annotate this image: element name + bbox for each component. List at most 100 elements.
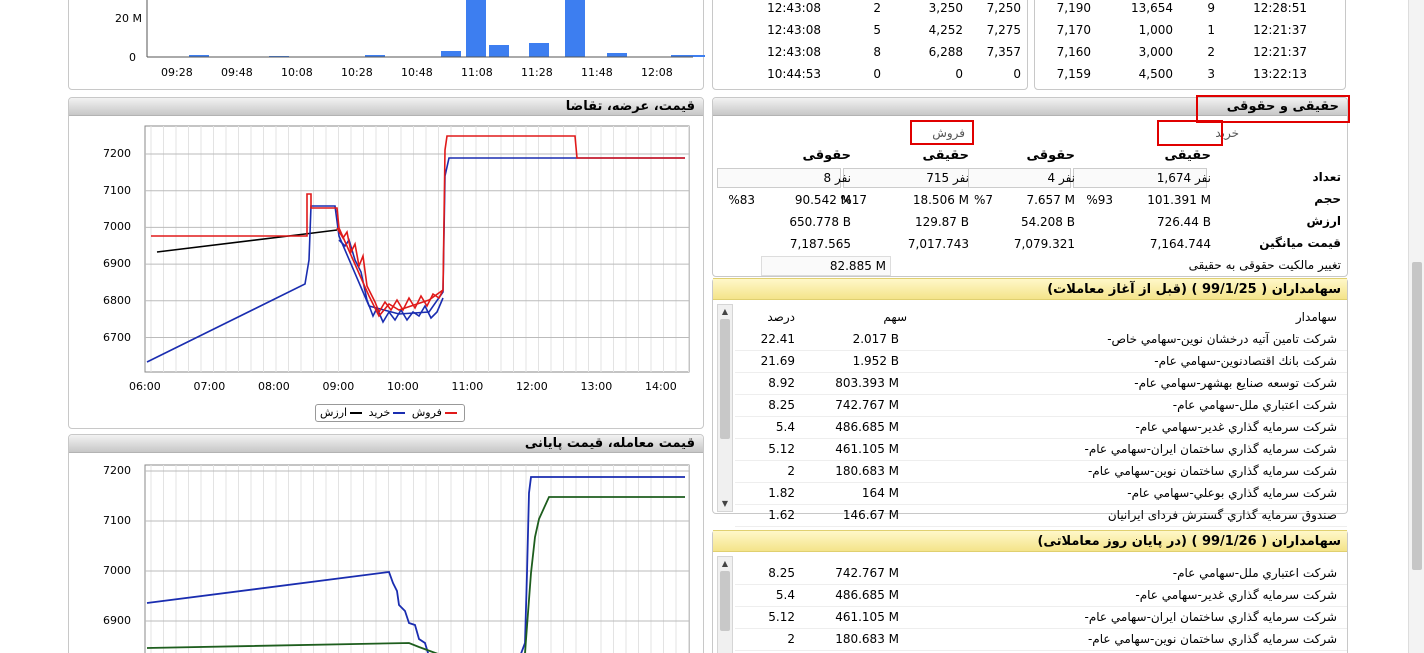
col-header: حقوقی <box>802 148 851 163</box>
scroll-down-arrow[interactable]: ▼ <box>718 499 732 508</box>
highlight-box-title <box>1196 95 1350 123</box>
ii-cell: 18.506 M <box>912 193 969 207</box>
value-legend-swatch <box>350 412 363 414</box>
ii-cell: 1,674 نفر <box>1156 171 1211 185</box>
scrollbar-thumb[interactable] <box>720 319 730 439</box>
ii-cell: 101.391 M <box>1147 193 1211 207</box>
volume-x-label: 10:28 <box>341 66 373 79</box>
legend-buy: خرید <box>368 406 391 419</box>
trade-price-chart[interactable] <box>69 453 705 653</box>
holder-name: صندوق سرمايه گذاري گسترش فردای ايرانيان <box>1107 508 1337 522</box>
holder-name: شرکت اعتباري ملل-سهامي عام- <box>1172 566 1337 580</box>
order-cell: 0 <box>873 67 881 81</box>
volume-x-label: 09:28 <box>161 66 193 79</box>
order-cell: 3,000 <box>1138 45 1173 59</box>
holder-name: شرکت توسعه صنايع بهشهر-سهامي عام- <box>1134 376 1337 390</box>
volume-bar <box>607 53 627 57</box>
tp-y-label: 6900 <box>103 614 131 627</box>
sd-x-label: 13:00 <box>580 380 613 393</box>
holder-shares: 1.952 B <box>852 354 899 368</box>
chart-legend: فروش خرید ارزش <box>315 404 465 422</box>
holder-shares: 742.767 M <box>835 566 899 580</box>
page-scrollbar-thumb[interactable] <box>1412 262 1422 570</box>
holder-percent: 5.4 <box>775 588 795 602</box>
holder-name: شرکت سرمايه گذاري ساختمان ايران-سهامي عا… <box>1084 442 1338 456</box>
holder-shares: 742.767 M <box>835 398 899 412</box>
volume-percent: %83 <box>728 193 755 207</box>
sd-y-label: 6800 <box>103 293 131 307</box>
holders-after-panel: سهامداران ( 99/1/26 ) (در پایان روز معام… <box>712 530 1348 653</box>
sd-y-label: 6700 <box>103 330 131 344</box>
volume-y-label: 20 M <box>115 12 142 25</box>
sd-y-label: 7000 <box>103 220 131 234</box>
ii-cell: 7,187.565 <box>789 237 851 251</box>
holder-shares: 461.105 M <box>835 610 899 624</box>
volume-x-label: 09:48 <box>221 66 253 79</box>
row-label: تعداد <box>1312 170 1341 184</box>
sell-legend-swatch <box>444 412 457 414</box>
holder-name: شرکت تامين آتيه درخشان نوين-سهامي خاص- <box>1107 332 1337 346</box>
holder-header: سهامدار <box>1295 310 1337 324</box>
order-cell: 8 <box>873 45 881 59</box>
volume-bar <box>529 43 549 57</box>
orders-panel-left: 12:43:08 2 3,250 7,250 12:43:08 5 4,252 7,275 12… <box>712 0 1028 90</box>
legend-sell: فروش <box>411 406 442 419</box>
volume-x-label: 12:08 <box>641 66 673 79</box>
col-header: حقیقی <box>922 148 969 163</box>
holder-shares: 2.017 B <box>852 332 899 346</box>
volume-x-label: 11:28 <box>521 66 553 79</box>
trade-price-panel: قیمت معامله، قیمت پایانی 7200 7100 7000 690… <box>68 434 704 653</box>
holder-shares: 180.683 M <box>835 464 899 478</box>
holder-name: شرکت سرمايه گذاري ساختمان ايران-سهامي عا… <box>1084 610 1338 624</box>
holder-header: درصد <box>767 310 795 324</box>
holder-shares: 164 M <box>861 486 899 500</box>
volume-percent: %17 <box>840 193 867 207</box>
supply-demand-panel: قیمت، عرضه، تقاضا 7200 7100 7000 6900 6800 67… <box>68 97 704 429</box>
order-cell: 6,288 <box>928 45 963 59</box>
holders-after-title: سهامداران ( 99/1/26 ) (در پایان روز معام… <box>713 530 1347 552</box>
ii-cell: 650.778 B <box>789 215 851 229</box>
holder-percent: 2 <box>787 632 795 646</box>
sd-y-label: 6900 <box>103 257 131 271</box>
scroll-up-arrow[interactable]: ▲ <box>718 307 732 316</box>
volume-chart-panel: 20 M 0 09:28 09:48 10:08 10:28 10:48 11:08 11:… <box>68 0 705 90</box>
order-cell: 2 <box>1207 45 1215 59</box>
order-cell: 0 <box>1013 67 1021 81</box>
order-cell: 2 <box>873 1 881 15</box>
holder-percent: 8.25 <box>768 398 795 412</box>
highlight-box-buy <box>1157 120 1223 146</box>
order-cell: 12:43:08 <box>767 45 821 59</box>
holder-shares: 486.685 M <box>835 588 899 602</box>
tp-y-label: 7100 <box>103 514 131 527</box>
ii-cell: 4 نفر <box>1047 171 1075 185</box>
holder-shares: 803.393 M <box>835 376 899 390</box>
holders-after-scrollbar[interactable]: ▲ <box>717 556 733 653</box>
holder-shares: 461.105 M <box>835 442 899 456</box>
volume-percent: %93 <box>1086 193 1113 207</box>
sd-x-label: 07:00 <box>193 380 226 393</box>
ii-cell: 8 نفر <box>823 171 851 185</box>
holder-name: شرکت اعتباري ملل-سهامي عام- <box>1172 398 1337 412</box>
holder-percent: 22.41 <box>760 332 795 346</box>
holders-before-title: سهامداران ( 99/1/25 ) (قبل از آغاز معامل… <box>713 278 1347 300</box>
volume-bar <box>466 0 486 57</box>
sd-y-label: 7200 <box>103 147 131 160</box>
holder-shares: 146.67 M <box>842 508 899 522</box>
row-label: قیمت میانگین <box>1259 236 1341 250</box>
order-cell: 7,275 <box>986 23 1021 37</box>
sd-y-label: 7100 <box>103 183 131 197</box>
holders-before-panel: سهامداران ( 99/1/25 ) (قبل از آغاز معامل… <box>712 278 1348 527</box>
scroll-up-arrow[interactable]: ▲ <box>718 559 732 568</box>
supply-demand-title: قیمت، عرضه، تقاضا <box>69 98 703 116</box>
order-cell: 9 <box>1207 1 1215 15</box>
page-scrollbar[interactable] <box>1408 0 1424 653</box>
volume-bar <box>441 51 461 57</box>
order-cell: 13:22:13 <box>1253 67 1307 81</box>
holder-name: شرکت سرمايه گذاري بوعلي-سهامي عام- <box>1127 486 1337 500</box>
holder-name: شرکت سرمايه گذاري غدير-سهامي عام- <box>1135 588 1337 602</box>
holders-before-scrollbar[interactable]: ▲ ▼ <box>717 304 733 512</box>
order-cell: 7,250 <box>986 1 1021 15</box>
order-cell: 7,170 <box>1056 23 1091 37</box>
sd-x-label: 09:00 <box>322 380 355 393</box>
scrollbar-thumb[interactable] <box>720 571 730 631</box>
